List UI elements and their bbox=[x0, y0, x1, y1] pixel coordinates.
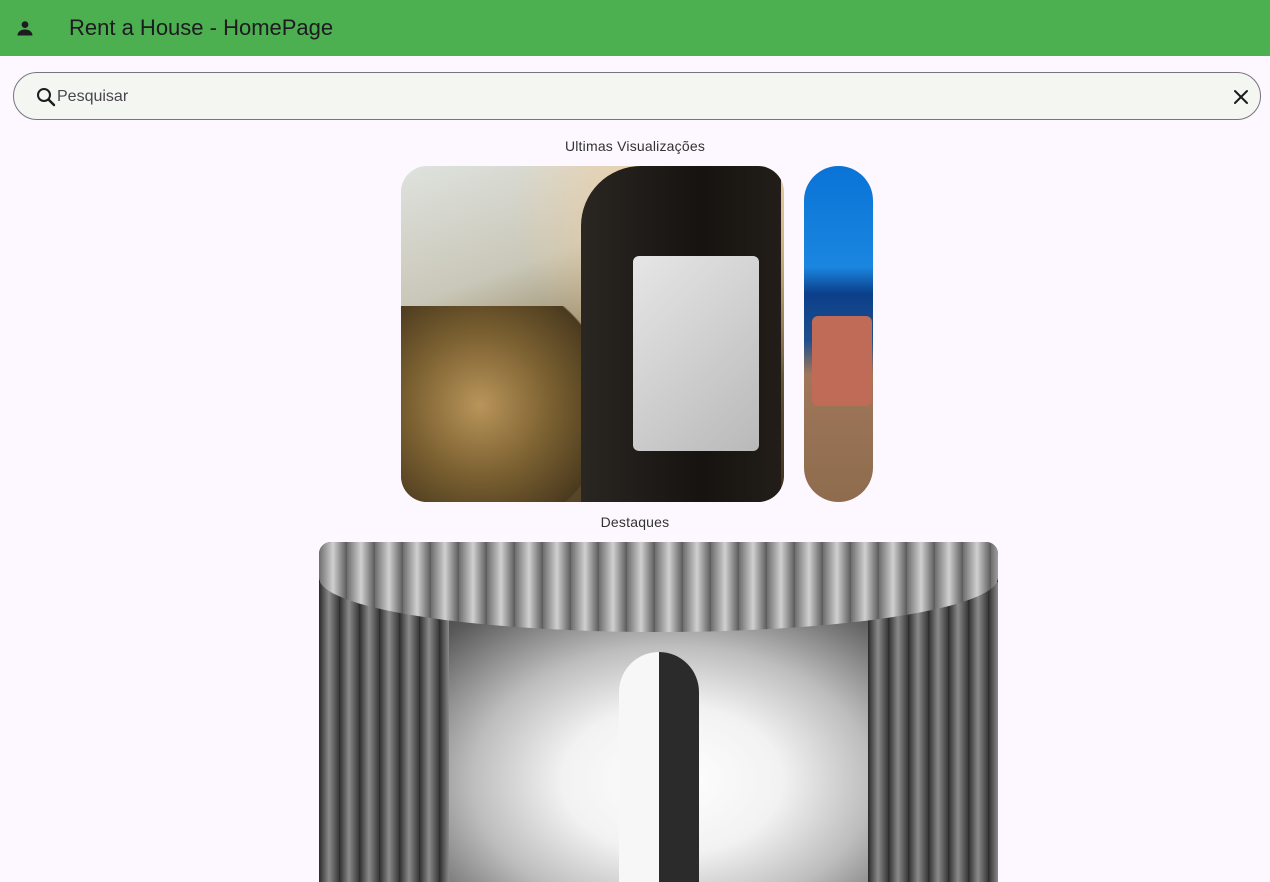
recent-card-2[interactable] bbox=[804, 166, 873, 502]
card-photo-couple bbox=[619, 652, 699, 882]
person-icon bbox=[17, 21, 33, 36]
page-title: Rent a House - HomePage bbox=[69, 15, 334, 40]
recent-card-1[interactable] bbox=[401, 166, 784, 502]
card-photo-laptop bbox=[633, 256, 759, 451]
search-icon[interactable] bbox=[34, 85, 58, 109]
card-photo-curtain-left bbox=[319, 582, 449, 882]
search-input[interactable] bbox=[57, 83, 1217, 111]
app-bar: Rent a House - HomePage bbox=[0, 0, 1270, 56]
card-photo-bush bbox=[401, 306, 601, 502]
search-bar[interactable] bbox=[13, 72, 1261, 120]
profile-button[interactable] bbox=[9, 12, 41, 44]
card-photo-curtain-right bbox=[868, 582, 998, 882]
featured-card-1[interactable] bbox=[319, 542, 998, 882]
recent-section-heading: Ultimas Visualizações bbox=[564, 138, 706, 154]
card-photo-sofa bbox=[812, 316, 872, 406]
featured-section-heading: Destaques bbox=[600, 514, 670, 530]
close-icon[interactable] bbox=[1229, 85, 1253, 109]
